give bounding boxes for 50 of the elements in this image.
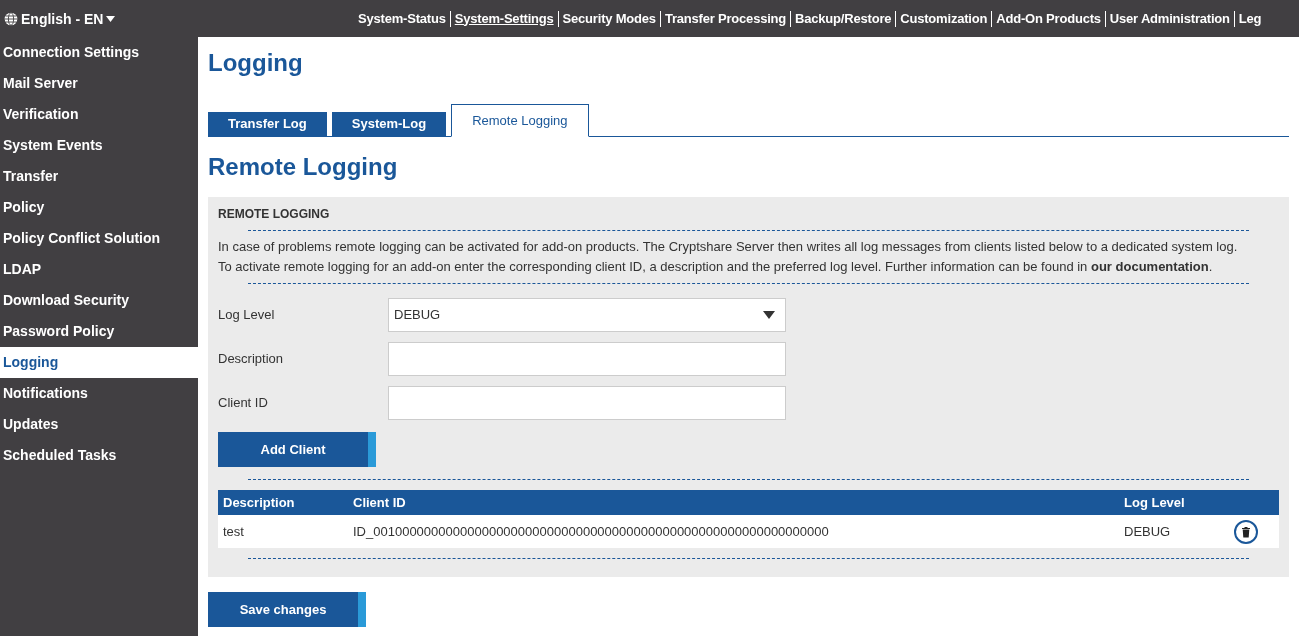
documentation-link[interactable]: our documentation	[1090, 259, 1209, 274]
sidebar-item[interactable]: System Events	[0, 130, 198, 161]
sidebar-item[interactable]: Policy Conflict Solution	[0, 223, 198, 254]
delete-icon[interactable]	[1234, 519, 1258, 544]
field-label: Description	[218, 351, 285, 366]
nav-link[interactable]: Security Modes	[557, 10, 660, 27]
sidebar-item[interactable]: Connection Settings	[0, 37, 198, 68]
section-title: Remote Logging	[208, 153, 399, 181]
sidebar-item[interactable]: Policy	[0, 192, 198, 223]
nav-link[interactable]: Leg	[1233, 10, 1266, 27]
add-client-button[interactable]: Add Client	[218, 432, 376, 467]
sidebar-item[interactable]: Scheduled Tasks	[0, 440, 198, 471]
table-cell: test	[218, 515, 348, 548]
input-field[interactable]	[388, 385, 786, 420]
panel-heading: REMOTE LOGGING	[218, 207, 331, 221]
table-cell: DEBUG	[1119, 515, 1229, 548]
nav-link[interactable]: System-Settings	[449, 10, 558, 27]
nav-link[interactable]: User Administration	[1104, 10, 1234, 27]
caret-icon	[763, 310, 775, 319]
column-header: Description	[218, 490, 348, 515]
sidebar-item[interactable]: Notifications	[0, 378, 198, 409]
sidebar-item[interactable]: Password Policy	[0, 316, 198, 347]
save-changes-button[interactable]: Save changes	[208, 592, 366, 627]
sidebar-item[interactable]: Transfer	[0, 161, 198, 192]
field-label: Log Level	[218, 307, 276, 322]
sidebar-item[interactable]: Download Security	[0, 285, 198, 316]
tab[interactable]: Transfer Log	[208, 112, 327, 136]
sidebar-item[interactable]: Updates	[0, 409, 198, 440]
intro-text: In case of problems remote logging can be activated for add-on products. The Cryptshare Server then writes all log messages from clients listed below to a dedicated system log. To activate remote logging for an add-on enter the corresponding client ID, a description and the preferred log level. Further information can be found in our documentation.	[218, 238, 1239, 276]
log-level-dropdown[interactable]: DEBUG	[388, 297, 786, 332]
table-cell: ID_001000000000000000000000000000000000000000000000000000000000000	[348, 515, 1119, 548]
tab[interactable]: Remote Logging	[451, 104, 589, 137]
nav-link[interactable]: Backup/Restore	[790, 10, 896, 27]
nav-link[interactable]: System-Status	[354, 10, 450, 27]
input-field[interactable]	[388, 341, 786, 376]
globe-icon	[4, 11, 18, 26]
page-title: Logging	[208, 49, 304, 77]
sidebar-item[interactable]: Verification	[0, 99, 198, 130]
field-label: Client ID	[218, 395, 269, 410]
caret-icon	[106, 15, 116, 22]
column-header: Log Level	[1119, 490, 1229, 515]
column-header: Client ID	[348, 490, 1119, 515]
sidebar-item[interactable]: Mail Server	[0, 68, 198, 99]
nav-link[interactable]: Add-On Products	[991, 10, 1105, 27]
sidebar-item[interactable]: LDAP	[0, 254, 198, 285]
nav-link[interactable]: Transfer Processing	[659, 10, 791, 27]
language-selector[interactable]: English - EN	[21, 10, 104, 27]
sidebar-item[interactable]: Logging	[0, 347, 198, 378]
tab[interactable]: System-Log	[331, 112, 447, 136]
nav-link[interactable]: Customization	[895, 10, 992, 27]
